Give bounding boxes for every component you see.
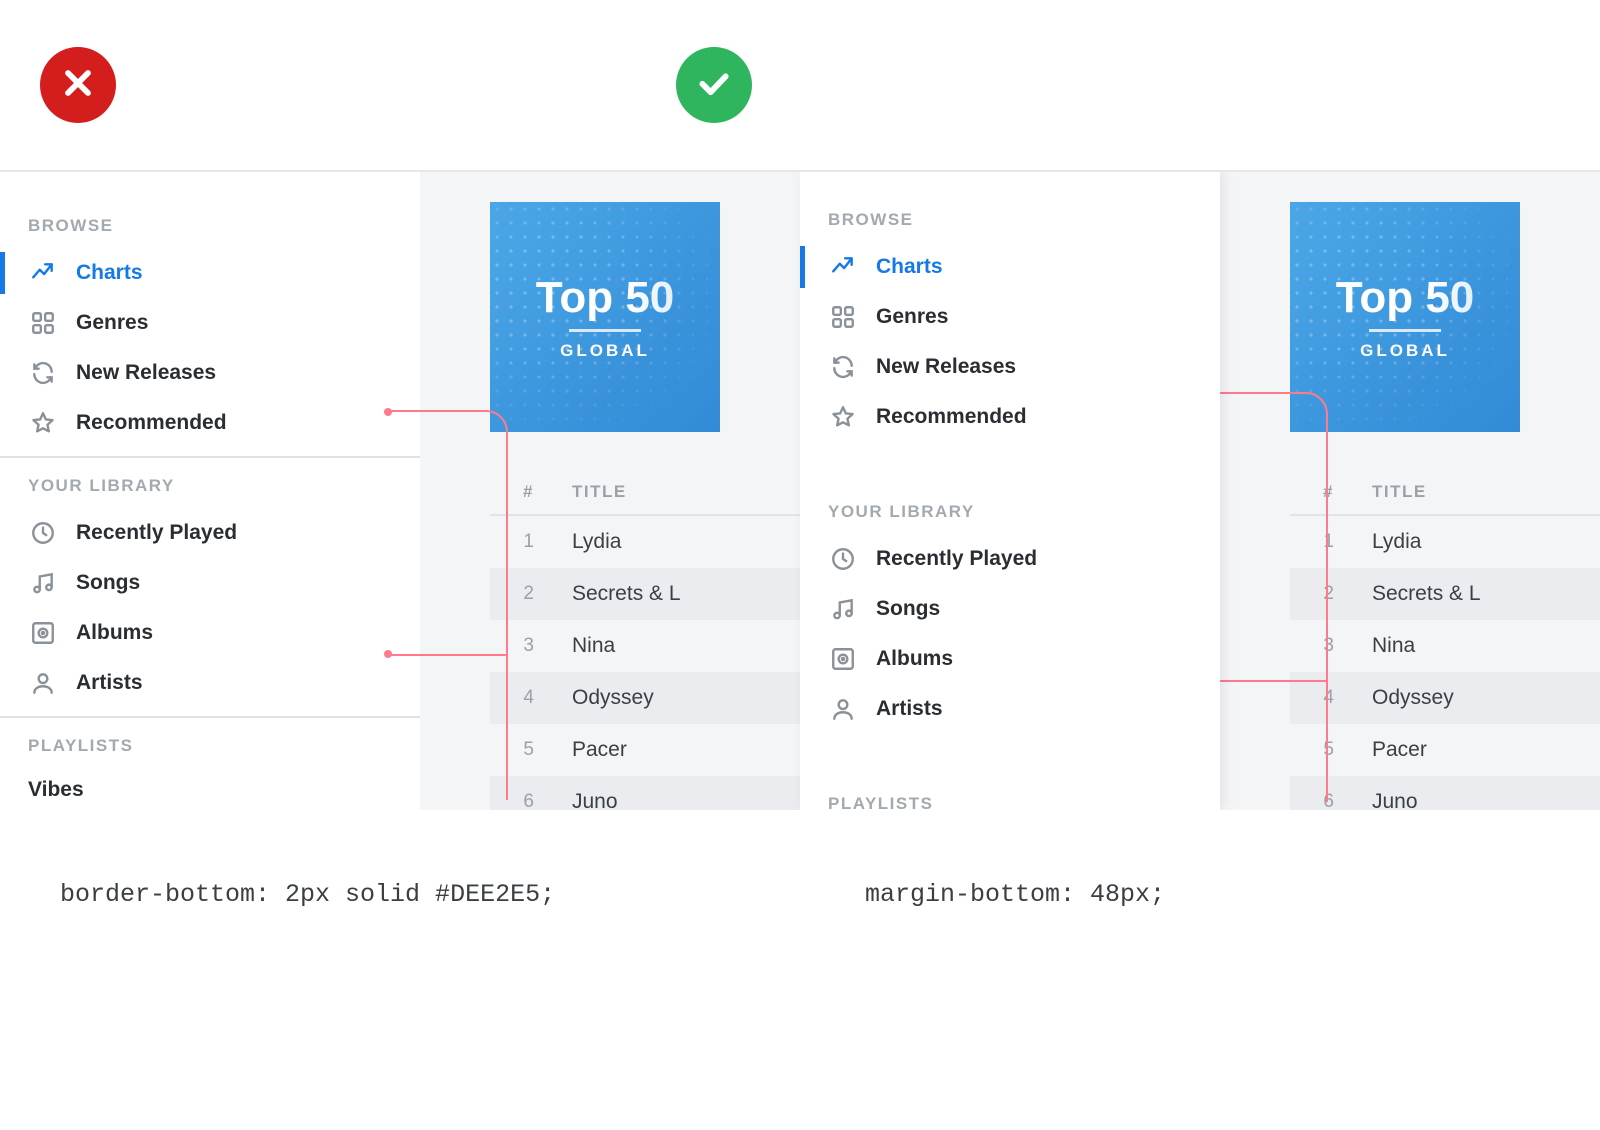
album-subtitle: GLOBAL xyxy=(1360,341,1450,361)
music-note-icon xyxy=(828,594,858,624)
check-icon xyxy=(694,63,734,108)
album-subtitle: GLOBAL xyxy=(560,341,650,361)
do-badge xyxy=(676,47,752,123)
track-table: # TITLE 1Lydia 2Secrets & L 3Nina 4Odyss… xyxy=(1290,482,1600,810)
bad-example-panel: BROWSE Charts Genres New Releases Recomm… xyxy=(0,172,800,810)
table-row[interactable]: 5Pacer xyxy=(1290,724,1600,776)
sidebar-item-label: Genres xyxy=(876,305,948,329)
content-area: Top 50 GLOBAL # TITLE 1Lydia 2Secrets & … xyxy=(1220,172,1600,810)
grid-icon xyxy=(28,308,58,338)
world-map-decor xyxy=(490,202,720,432)
section-header-playlists: PLAYLISTS xyxy=(800,782,1220,810)
table-row[interactable]: 5Pacer xyxy=(490,724,800,776)
trend-up-icon xyxy=(828,252,858,282)
table-row[interactable]: 6Juno xyxy=(1290,776,1600,810)
table-row[interactable]: 4Odyssey xyxy=(1290,672,1600,724)
sidebar-item-label: Charts xyxy=(876,255,943,279)
sidebar-item-new-releases[interactable]: New Releases xyxy=(800,342,1220,392)
sidebar-item-label: Recommended xyxy=(876,405,1027,429)
table-row[interactable]: 1Lydia xyxy=(490,516,800,568)
x-icon xyxy=(58,63,98,108)
table-row[interactable]: 2Secrets & L xyxy=(1290,568,1600,620)
album-card[interactable]: Top 50 GLOBAL xyxy=(490,202,720,432)
sidebar-item-label: Recently Played xyxy=(876,547,1037,571)
sidebar-item-recommended[interactable]: Recommended xyxy=(800,392,1220,442)
table-row[interactable]: 3Nina xyxy=(1290,620,1600,672)
music-note-icon xyxy=(28,568,58,598)
sidebar-item-label: Recently Played xyxy=(76,521,237,545)
star-icon xyxy=(828,402,858,432)
code-labels: border-bottom: 2px solid #DEE2E5; margin… xyxy=(0,810,1600,909)
grid-icon xyxy=(828,302,858,332)
sidebar-item-recommended[interactable]: Recommended xyxy=(0,398,420,448)
sidebar-item-label: Artists xyxy=(876,697,943,721)
comparison-header xyxy=(0,0,1600,170)
track-table-header: # TITLE xyxy=(490,482,800,516)
sidebar-item-charts[interactable]: Charts xyxy=(800,242,1220,292)
clock-icon xyxy=(828,544,858,574)
sidebar-item-label: Vibes xyxy=(28,778,84,802)
star-icon xyxy=(28,408,58,438)
sidebar-item-label: New Releases xyxy=(76,361,216,385)
sidebar-item-label: Genres xyxy=(76,311,148,335)
good-example-panel: BROWSE Charts Genres New Releases Recomm… xyxy=(800,172,1600,810)
sidebar-item-label: Songs xyxy=(876,597,940,621)
sidebar-item-label: Recommended xyxy=(76,411,227,435)
table-row[interactable]: 1Lydia xyxy=(1290,516,1600,568)
sidebar-item-charts[interactable]: Charts xyxy=(0,248,420,298)
table-row[interactable]: 6Juno xyxy=(490,776,800,810)
clock-icon xyxy=(28,518,58,548)
sidebar-good: BROWSE Charts Genres New Releases Recomm… xyxy=(800,172,1220,810)
person-icon xyxy=(28,668,58,698)
table-row[interactable]: 4Odyssey xyxy=(490,672,800,724)
sidebar-item-recently-played[interactable]: Recently Played xyxy=(0,508,420,558)
track-table-header: # TITLE xyxy=(1290,482,1600,516)
refresh-icon xyxy=(28,358,58,388)
col-number-header: # xyxy=(516,482,572,502)
section-header-library: YOUR LIBRARY xyxy=(800,490,1220,534)
sidebar-item-artists[interactable]: Artists xyxy=(800,684,1220,734)
section-header-library: YOUR LIBRARY xyxy=(0,458,420,508)
table-row[interactable]: 3Nina xyxy=(490,620,800,672)
sidebar-item-playlist-vibes[interactable]: Vibes xyxy=(0,768,420,810)
sidebar-item-label: Songs xyxy=(76,571,140,595)
sidebar-item-genres[interactable]: Genres xyxy=(0,298,420,348)
world-map-decor xyxy=(1290,202,1520,432)
sidebar-bad: BROWSE Charts Genres New Releases Recomm… xyxy=(0,172,420,810)
col-title-header: TITLE xyxy=(572,482,800,502)
sidebar-item-albums[interactable]: Albums xyxy=(800,634,1220,684)
content-area: Top 50 GLOBAL # TITLE 1Lydia 2Secrets & … xyxy=(420,172,800,810)
col-title-header: TITLE xyxy=(1372,482,1600,502)
dont-badge xyxy=(40,47,116,123)
table-row[interactable]: 2Secrets & L xyxy=(490,568,800,620)
sidebar-item-artists[interactable]: Artists xyxy=(0,658,420,708)
refresh-icon xyxy=(828,352,858,382)
sidebar-item-genres[interactable]: Genres xyxy=(800,292,1220,342)
sidebar-item-new-releases[interactable]: New Releases xyxy=(0,348,420,398)
section-header-browse: BROWSE xyxy=(0,198,420,248)
sidebar-item-label: New Releases xyxy=(876,355,1016,379)
col-number-header: # xyxy=(1316,482,1372,502)
section-header-playlists: PLAYLISTS xyxy=(0,718,420,768)
person-icon xyxy=(828,694,858,724)
sidebar-item-label: Albums xyxy=(876,647,953,671)
code-snippet-bad: border-bottom: 2px solid #DEE2E5; xyxy=(60,880,735,909)
comparison-panels: BROWSE Charts Genres New Releases Recomm… xyxy=(0,170,1600,810)
sidebar-item-songs[interactable]: Songs xyxy=(800,584,1220,634)
sidebar-item-label: Artists xyxy=(76,671,143,695)
album-card[interactable]: Top 50 GLOBAL xyxy=(1290,202,1520,432)
sidebar-item-label: Charts xyxy=(76,261,143,285)
track-table: # TITLE 1Lydia 2Secrets & L 3Nina 4Odyss… xyxy=(490,482,800,810)
sidebar-item-songs[interactable]: Songs xyxy=(0,558,420,608)
sidebar-item-recently-played[interactable]: Recently Played xyxy=(800,534,1220,584)
code-snippet-good: margin-bottom: 48px; xyxy=(735,880,1540,909)
sidebar-item-label: Albums xyxy=(76,621,153,645)
sidebar-item-albums[interactable]: Albums xyxy=(0,608,420,658)
disc-icon xyxy=(828,644,858,674)
section-header-browse: BROWSE xyxy=(800,198,1220,242)
disc-icon xyxy=(28,618,58,648)
trend-up-icon xyxy=(28,258,58,288)
